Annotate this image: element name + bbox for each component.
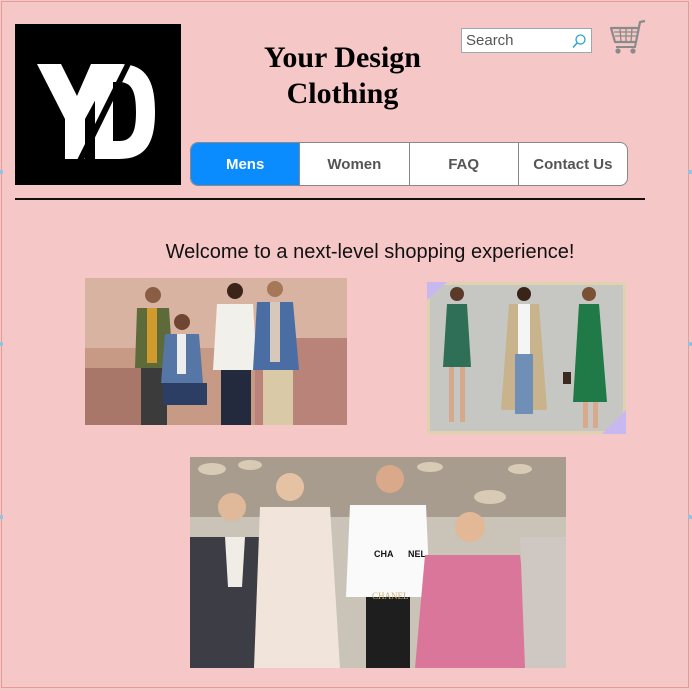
runway-text-nel: NEL	[408, 549, 427, 559]
cart-icon[interactable]	[607, 18, 647, 56]
tab-faq[interactable]: FAQ	[408, 143, 518, 185]
runway-text-chanel: CHANEL	[372, 591, 409, 601]
main-nav: Mens Women FAQ Contact Us	[190, 142, 628, 186]
frame-handle	[0, 342, 3, 346]
frame-handle	[0, 515, 3, 519]
tab-women[interactable]: Women	[299, 143, 408, 185]
mens-photo	[85, 278, 347, 425]
site-title: Your Design Clothing	[225, 40, 460, 112]
runway-photo: CHA NEL CHANEL	[190, 457, 566, 668]
frame-handle	[688, 170, 692, 174]
tab-contact-us[interactable]: Contact Us	[517, 143, 627, 185]
runway-text-cha: CHA	[374, 549, 394, 559]
header-divider	[15, 198, 645, 200]
frame-handle	[688, 342, 692, 346]
frame-handle	[688, 515, 692, 519]
welcome-heading: Welcome to a next-level shopping experie…	[165, 241, 575, 263]
frame-handle	[0, 170, 3, 174]
title-line-2: Clothing	[286, 77, 399, 110]
brand-logo[interactable]	[15, 24, 181, 185]
search-icon[interactable]	[571, 33, 587, 49]
search-box	[461, 28, 592, 53]
tab-mens[interactable]: Mens	[191, 143, 300, 185]
title-line-1: Your Design	[264, 41, 421, 74]
womens-photo	[427, 282, 626, 434]
yd-logo-icon	[15, 24, 181, 185]
search-input[interactable]	[464, 31, 576, 50]
